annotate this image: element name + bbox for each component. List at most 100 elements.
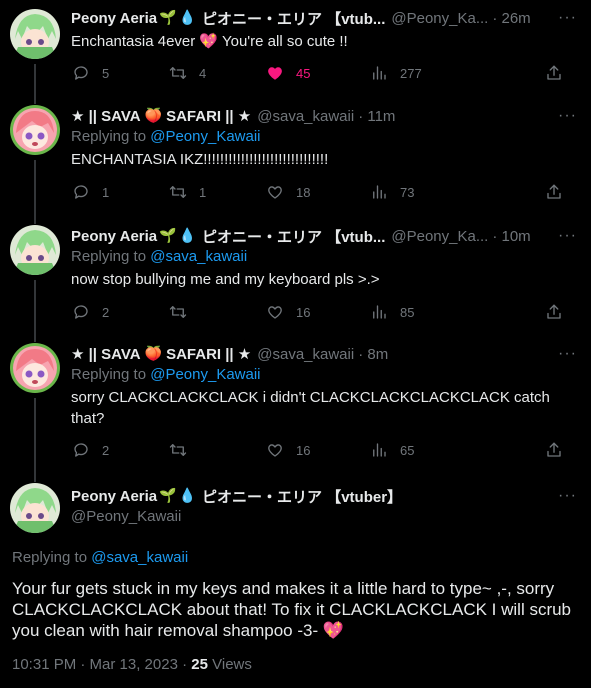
tweet-4[interactable]: ★ || SAVA 🍑 SAFARI || ★ @sava_kawaii · 8… [0, 334, 591, 474]
share-icon [547, 304, 561, 319]
handle[interactable]: @sava_kawaii [257, 108, 354, 125]
thread-line [34, 280, 36, 334]
droplet-emoji: 💧 [178, 10, 197, 26]
display-name[interactable]: ★ || SAVA [71, 345, 141, 363]
more-dots-icon[interactable]: ··· [558, 226, 577, 246]
replying-to: Replying to @sava_kawaii [12, 549, 188, 566]
tweet-header: Peony Aeria 🌱 💧 ピオニー・エリア 【vtub... @Peony… [71, 8, 581, 28]
share-button[interactable] [537, 438, 575, 462]
action-bar: 5 4 45 277 [64, 61, 561, 85]
handle[interactable]: @Peony_Ka... [391, 228, 488, 245]
avatar-sava[interactable] [10, 105, 60, 155]
display-name-suffix[interactable]: SAFARI || ★ [166, 107, 251, 125]
handle[interactable]: @Peony_Ka... [391, 10, 488, 27]
replying-to: Replying to @sava_kawaii [71, 248, 247, 265]
reply-bubble-icon [74, 66, 88, 80]
thread-line [34, 334, 36, 342]
tweet-text: Enchantasia 4ever 💖 You're all so cute !… [71, 33, 348, 50]
display-name-suffix[interactable]: ピオニー・エリア 【vtub... [202, 226, 385, 246]
heart-icon [268, 67, 282, 80]
thread-line [34, 160, 36, 216]
seedling-emoji: 🌱 [159, 10, 177, 26]
display-name-suffix[interactable]: SAFARI || ★ [166, 345, 251, 363]
repost-button[interactable]: 4 [161, 61, 206, 85]
display-name[interactable]: ★ || SAVA [71, 107, 141, 125]
tweet-3[interactable]: Peony Aeria 🌱 💧 ピオニー・エリア 【vtub... @Peony… [0, 216, 591, 334]
views-button[interactable]: 85 [362, 300, 414, 324]
reply-bubble-icon [74, 305, 88, 319]
like-button[interactable]: 45 [258, 61, 310, 85]
share-button[interactable] [537, 180, 575, 204]
repost-count: 1 [199, 184, 207, 200]
tweet-1[interactable]: Peony Aeria 🌱 💧 ピオニー・エリア 【vtub... @Peony… [0, 0, 591, 96]
more-dots-icon[interactable]: ··· [558, 106, 577, 126]
replying-to-handle[interactable]: @sava_kawaii [150, 248, 247, 265]
share-button[interactable] [537, 61, 575, 85]
thread-line [34, 398, 36, 474]
replying-to-label: Replying to [12, 549, 88, 566]
thread-line [34, 96, 36, 104]
reply-button[interactable]: 1 [64, 180, 109, 204]
replying-to-handle[interactable]: @sava_kawaii [91, 549, 188, 566]
timestamp[interactable]: · 10m [492, 228, 530, 245]
like-button[interactable]: 16 [258, 438, 310, 462]
handle[interactable]: @Peony_Kawaii [71, 508, 181, 525]
reply-button[interactable]: 2 [64, 438, 109, 462]
tweet-2[interactable]: ★ || SAVA 🍑 SAFARI || ★ @sava_kawaii · 1… [0, 96, 591, 216]
reply-button[interactable]: 2 [64, 300, 109, 324]
views-count: 65 [400, 442, 415, 458]
timestamp[interactable]: · 26m [492, 10, 530, 27]
tweet-header: ★ || SAVA 🍑 SAFARI || ★ @sava_kawaii · 8… [71, 344, 581, 364]
tweet-timestamp[interactable]: 10:31 PM · Mar 13, 2023 · [12, 656, 187, 673]
repost-icon [169, 306, 187, 318]
replying-to: Replying to @Peony_Kawaii [71, 366, 261, 383]
display-name-suffix[interactable]: ピオニー・エリア 【vtuber】 [202, 486, 402, 506]
reply-bubble-icon [74, 185, 88, 199]
handle[interactable]: @sava_kawaii [257, 346, 354, 363]
views-bars-icon [373, 185, 386, 199]
views-button[interactable]: 65 [362, 438, 414, 462]
more-dots-icon[interactable]: ··· [558, 486, 577, 506]
like-button[interactable]: 16 [258, 300, 310, 324]
peach-emoji: 🍑 [144, 346, 163, 362]
display-name[interactable]: Peony Aeria [71, 228, 157, 245]
display-name-suffix[interactable]: ピオニー・エリア 【vtub... [202, 8, 385, 28]
repost-count: 4 [199, 65, 207, 81]
action-bar: 2 16 85 [64, 300, 561, 324]
like-count: 16 [296, 304, 311, 320]
seedling-emoji: 🌱 [159, 228, 177, 244]
replying-to-handle[interactable]: @Peony_Kawaii [150, 366, 260, 383]
avatar-sava[interactable] [10, 343, 60, 393]
like-button[interactable]: 18 [258, 180, 310, 204]
like-count: 18 [296, 184, 311, 200]
views-count: 25 [191, 656, 208, 673]
reply-button[interactable]: 5 [64, 61, 109, 85]
share-button[interactable] [537, 300, 575, 324]
avatar-peony[interactable] [10, 483, 60, 533]
more-dots-icon[interactable]: ··· [558, 8, 577, 28]
avatar-peony[interactable] [10, 9, 60, 59]
replying-to-handle[interactable]: @Peony_Kawaii [150, 128, 260, 145]
replying-to-label: Replying to [71, 128, 147, 145]
reply-count: 1 [102, 184, 110, 200]
display-name[interactable]: Peony Aeria [71, 488, 157, 505]
views-count: 73 [400, 184, 415, 200]
thread-line [34, 64, 36, 96]
repost-button[interactable] [161, 300, 199, 324]
droplet-emoji: 💧 [178, 228, 197, 244]
views-button[interactable]: 73 [362, 180, 414, 204]
timestamp[interactable]: · 11m [358, 108, 395, 125]
reply-bubble-icon [74, 443, 88, 457]
repost-icon [169, 67, 187, 79]
tweet-text: now stop bullying me and my keyboard pls… [71, 271, 380, 288]
views-button[interactable]: 277 [362, 61, 422, 85]
action-bar: 1 1 18 73 [64, 180, 561, 204]
display-name[interactable]: Peony Aeria [71, 10, 157, 27]
repost-button[interactable]: 1 [161, 180, 206, 204]
tweet-header: Peony Aeria 🌱 💧 ピオニー・エリア 【vtub... @Peony… [71, 226, 581, 246]
repost-button[interactable] [161, 438, 199, 462]
more-dots-icon[interactable]: ··· [558, 344, 577, 364]
reply-count: 5 [102, 65, 110, 81]
timestamp[interactable]: · 8m [358, 346, 388, 363]
avatar-peony[interactable] [10, 225, 60, 275]
